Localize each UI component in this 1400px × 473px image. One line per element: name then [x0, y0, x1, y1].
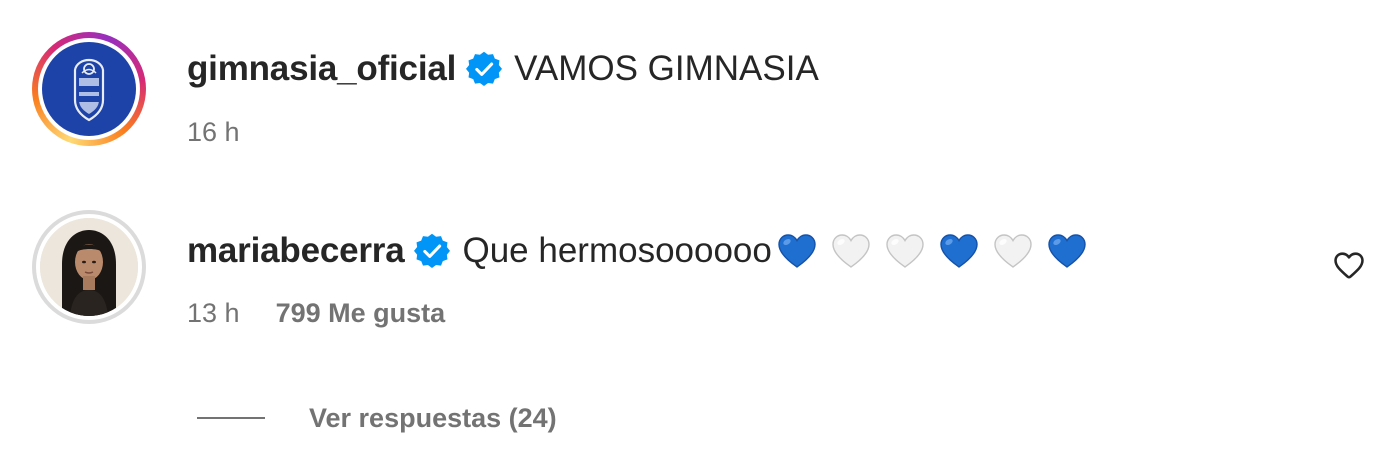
verified-badge-icon [466, 51, 503, 87]
post-caption: gimnasia_oficial VAMOS GIMNASIA 16 h [32, 32, 1372, 162]
heart-emoji-group [772, 232, 1088, 270]
verified-badge-icon [414, 233, 451, 269]
caption-username[interactable]: gimnasia_oficial [187, 49, 456, 89]
comment-item: mariabecerra Que hermosoooooo 13 h 799 M… [32, 210, 1372, 340]
story-ring-avatar[interactable] [32, 32, 146, 146]
white-heart-emoji [884, 232, 926, 270]
view-replies-button[interactable]: Ver respuestas (24) [197, 398, 557, 438]
view-replies-label: Ver respuestas (24) [309, 402, 557, 433]
white-heart-emoji [830, 232, 872, 270]
blue-heart-emoji [776, 232, 818, 270]
caption-timestamp[interactable]: 16 h [187, 117, 240, 148]
club-crest-icon [42, 42, 136, 136]
comment-username[interactable]: mariabecerra [187, 231, 405, 271]
white-heart-emoji [992, 232, 1034, 270]
profile-photo [40, 218, 138, 316]
comment-text: Que hermosoooooo [462, 231, 772, 270]
caption-text: VAMOS GIMNASIA [514, 49, 819, 88]
comments-section: gimnasia_oficial VAMOS GIMNASIA 16 h mar… [0, 0, 1400, 473]
comment-timestamp[interactable]: 13 h [187, 298, 240, 329]
comment-likes-count[interactable]: 799 Me gusta [276, 298, 446, 329]
blue-heart-emoji [1046, 232, 1088, 270]
replies-divider-line [197, 417, 265, 419]
blue-heart-emoji [938, 232, 980, 270]
heart-outline-icon[interactable] [1332, 248, 1366, 282]
commenter-avatar[interactable] [32, 210, 146, 324]
